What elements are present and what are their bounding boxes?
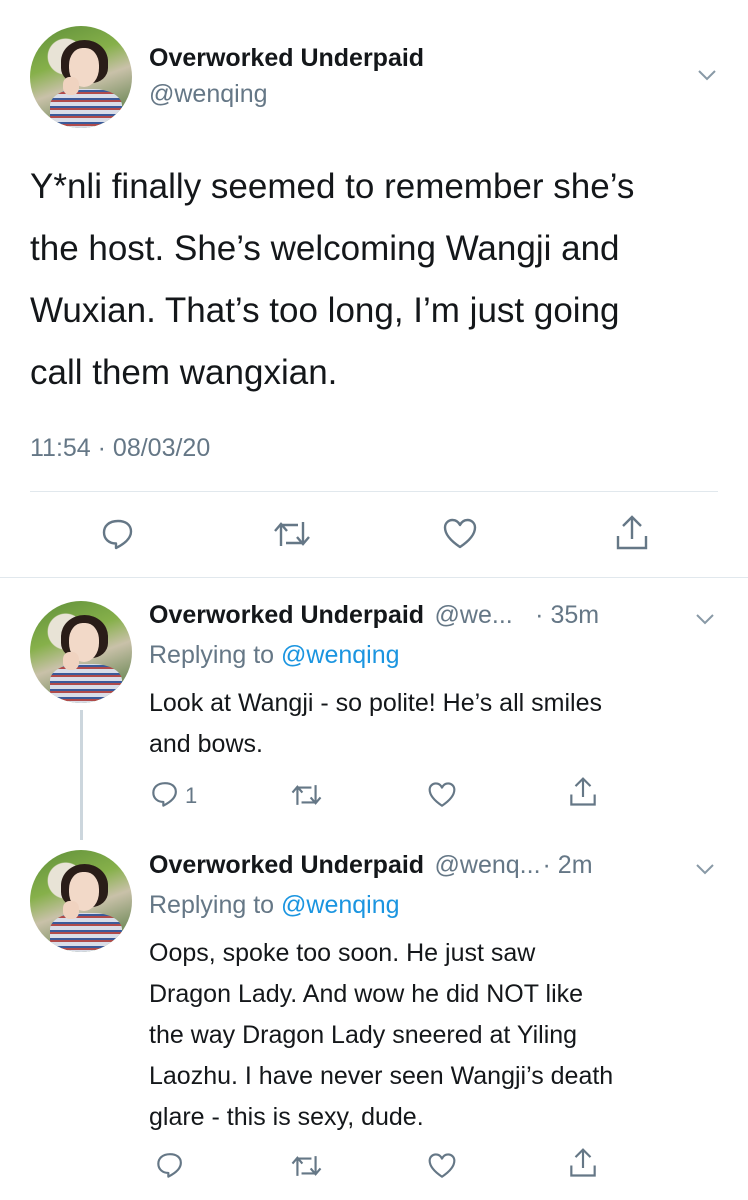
author-handle[interactable]: @we...	[435, 601, 513, 629]
avatar[interactable]	[30, 26, 132, 128]
divider	[30, 491, 718, 492]
reply-text-line: and bows.	[149, 730, 263, 758]
author-handle[interactable]: @wenq...	[435, 851, 541, 879]
reply-text: Look at Wangji - so polite! He’s all smi…	[149, 683, 729, 765]
replying-to: Replying to @wenqing	[149, 641, 400, 670]
tweet-text-line: call them wangxian.	[30, 353, 338, 392]
reply-icon[interactable]	[150, 779, 180, 809]
tweet-text-line: the host. She’s welcoming Wangji and	[30, 229, 620, 268]
retweet-icon[interactable]	[290, 1151, 323, 1181]
avatar[interactable]	[30, 601, 132, 703]
reply-text-line: the way Dragon Lady sneered at Yiling	[149, 1021, 578, 1049]
reply-time[interactable]: · 2m	[543, 851, 593, 879]
author-name[interactable]: Overworked Underpaid	[149, 601, 424, 629]
reply-header: Overworked Underpaid @we... · 35m	[149, 601, 599, 630]
tweet-text-line: Y*nli finally seemed to remember she’s	[30, 167, 635, 206]
heart-icon[interactable]	[427, 1152, 457, 1180]
reply-text: Oops, spoke too soon. He just saw Dragon…	[149, 933, 739, 1138]
chevron-down-icon[interactable]	[694, 858, 716, 880]
tweet-text-line: Wuxian. That’s too long, I’m just going	[30, 291, 620, 330]
reply-time[interactable]: · 35m	[535, 601, 599, 629]
author-name[interactable]: Overworked Underpaid	[149, 44, 424, 73]
chevron-down-icon[interactable]	[694, 608, 716, 630]
reply-icon[interactable]	[100, 516, 136, 552]
reply-text-line: Dragon Lady. And wow he did NOT like	[149, 980, 584, 1008]
replying-handle[interactable]: @wenqing	[281, 891, 400, 919]
retweet-icon[interactable]	[290, 780, 323, 810]
tweet-text: Y*nli finally seemed to remember she’s t…	[30, 156, 730, 404]
reply-text-line: Oops, spoke too soon. He just saw	[149, 939, 536, 967]
share-icon[interactable]	[568, 776, 598, 808]
replying-label: Replying to	[149, 891, 275, 919]
reply-text-line: Laozhu. I have never seen Wangji’s death	[149, 1062, 614, 1090]
reply-icon[interactable]	[155, 1150, 185, 1180]
share-icon[interactable]	[614, 514, 650, 552]
heart-icon[interactable]	[442, 517, 478, 551]
chevron-down-icon[interactable]	[696, 64, 718, 86]
tweet-timestamp[interactable]: 11:54 · 08/03/20	[30, 434, 210, 463]
author-handle[interactable]: @wenqing	[149, 80, 268, 109]
avatar[interactable]	[30, 850, 132, 952]
divider	[0, 577, 748, 578]
replying-to: Replying to @wenqing	[149, 891, 400, 920]
replying-handle[interactable]: @wenqing	[281, 641, 400, 669]
thread-line	[80, 710, 83, 840]
reply-count: 1	[185, 783, 198, 808]
heart-icon[interactable]	[427, 781, 457, 809]
retweet-icon[interactable]	[272, 516, 312, 552]
reply-text-line: Look at Wangji - so polite! He’s all smi…	[149, 689, 602, 717]
reply-header: Overworked Underpaid @wenq...· 2m	[149, 851, 593, 880]
share-icon[interactable]	[568, 1147, 598, 1179]
replying-label: Replying to	[149, 641, 275, 669]
author-name[interactable]: Overworked Underpaid	[149, 851, 424, 879]
reply-text-line: glare - this is sexy, dude.	[149, 1103, 424, 1131]
